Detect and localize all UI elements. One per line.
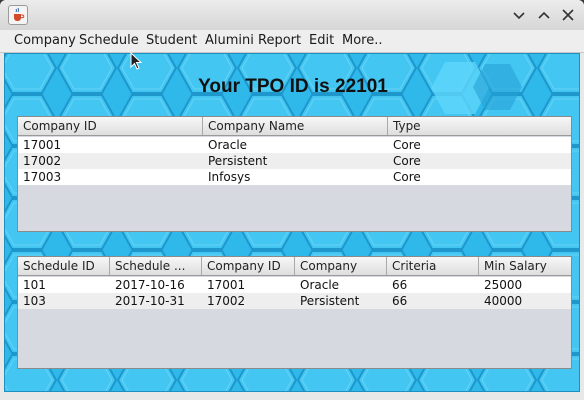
menu-company[interactable]: Company — [14, 33, 76, 48]
table-header: Schedule ID Schedule ... Company ID Comp… — [18, 257, 571, 276]
column-header[interactable]: Schedule ID — [18, 257, 110, 275]
table-row[interactable]: 17001 Oracle Core — [18, 137, 571, 153]
column-header[interactable]: Company Name — [203, 117, 388, 135]
column-header[interactable]: Schedule ... — [110, 257, 202, 275]
table-cell: 2017-10-31 — [115, 294, 185, 308]
mouse-pointer-icon — [130, 51, 144, 76]
maximize-icon[interactable] — [536, 7, 552, 23]
page-title: Your TPO ID is 22101 — [198, 76, 388, 97]
table-cell: 17001 — [23, 138, 62, 152]
menu-alumini[interactable]: Alumini — [205, 33, 254, 48]
companies-table[interactable]: Company ID Company Name Type 17001 Oracl… — [17, 116, 572, 232]
table-cell: Persistent — [300, 294, 360, 308]
table-cell: 17003 — [23, 170, 62, 184]
table-row[interactable]: 101 2017-10-16 17001 Oracle 66 25000 — [18, 277, 571, 293]
column-header[interactable]: Company ID — [202, 257, 295, 275]
table-cell: Core — [393, 154, 421, 168]
table-cell: Core — [393, 138, 421, 152]
table-cell: 66 — [392, 278, 408, 292]
column-header[interactable]: Type — [388, 117, 571, 135]
menu-bar: Company Schedule Student Alumini Report … — [0, 30, 584, 53]
menu-report[interactable]: Report — [258, 33, 301, 48]
table-cell: 17002 — [23, 154, 62, 168]
menu-schedule[interactable]: Schedule — [79, 33, 139, 48]
column-header[interactable]: Criteria — [387, 257, 479, 275]
table-row[interactable]: 17002 Persistent Core — [18, 153, 571, 169]
table-cell: 25000 — [484, 278, 523, 292]
main-content: Your TPO ID is 22101 Company ID Company … — [4, 53, 580, 392]
table-cell: 66 — [392, 294, 408, 308]
table-cell: Oracle — [300, 278, 340, 292]
table-cell: 17002 — [207, 294, 246, 308]
table-cell: 103 — [23, 294, 46, 308]
java-cup-icon — [8, 5, 28, 25]
close-icon[interactable] — [560, 7, 576, 23]
table-header: Company ID Company Name Type — [18, 117, 571, 136]
menu-student[interactable]: Student — [146, 33, 197, 48]
minimize-icon[interactable] — [511, 7, 527, 23]
table-cell: 2017-10-16 — [115, 278, 185, 292]
table-cell: 40000 — [484, 294, 523, 308]
table-cell: Core — [393, 170, 421, 184]
table-row[interactable]: 17003 Infosys Core — [18, 169, 571, 185]
menu-edit[interactable]: Edit — [309, 33, 334, 48]
menu-more[interactable]: More.. — [342, 33, 383, 48]
title-bar[interactable] — [0, 0, 584, 31]
table-cell: 17001 — [207, 278, 246, 292]
table-cell: 101 — [23, 278, 46, 292]
app-window: Company Schedule Student Alumini Report … — [0, 0, 584, 400]
column-header[interactable]: Company ID — [18, 117, 203, 135]
column-header[interactable]: Min Salary — [479, 257, 571, 275]
window-bottom-edge — [0, 392, 584, 400]
table-row[interactable]: 103 2017-10-31 17002 Persistent 66 40000 — [18, 293, 571, 309]
column-header[interactable]: Company — [295, 257, 387, 275]
table-cell: Persistent — [208, 154, 268, 168]
table-cell: Infosys — [208, 170, 251, 184]
table-cell: Oracle — [208, 138, 248, 152]
schedule-table[interactable]: Schedule ID Schedule ... Company ID Comp… — [17, 256, 572, 369]
